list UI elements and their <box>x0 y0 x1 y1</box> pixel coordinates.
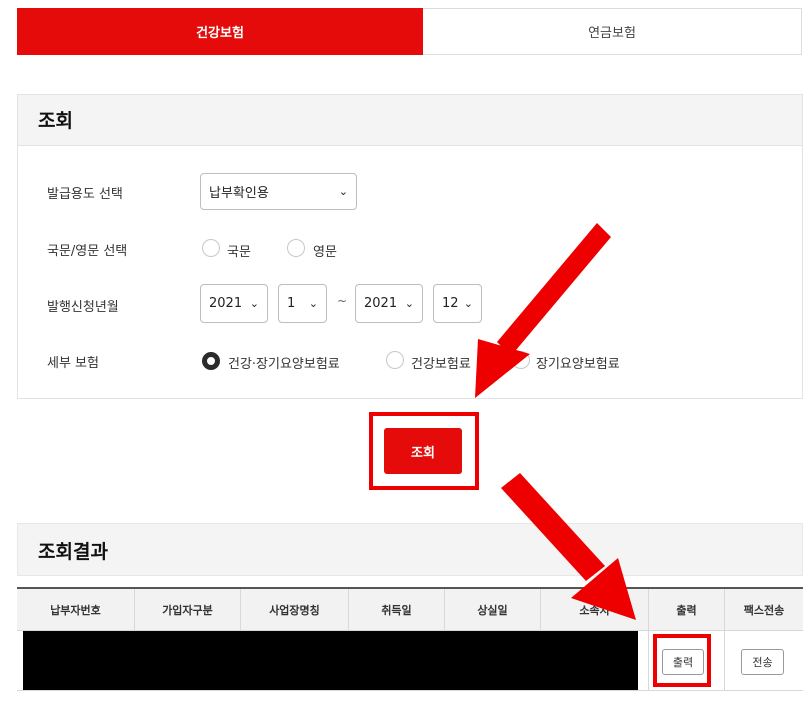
arrow-to-print-button <box>501 473 636 620</box>
annotation-arrows <box>475 223 636 620</box>
arrow-to-search-button <box>475 223 611 398</box>
